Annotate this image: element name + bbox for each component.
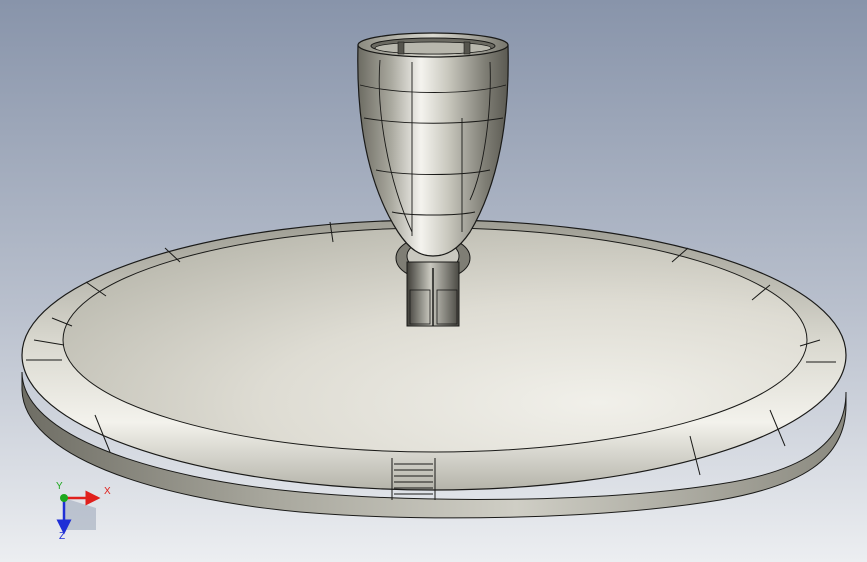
y-axis-label: Y: [56, 481, 63, 492]
graphics-viewport[interactable]: X Y Z: [0, 0, 867, 562]
triad-plane: [64, 498, 96, 530]
z-axis-label: Z: [59, 531, 66, 542]
coordinate-triad: X Y Z: [44, 482, 114, 544]
y-axis-dot: [60, 494, 68, 502]
x-axis-label: X: [104, 486, 111, 497]
model-3d-view[interactable]: [0, 0, 867, 562]
